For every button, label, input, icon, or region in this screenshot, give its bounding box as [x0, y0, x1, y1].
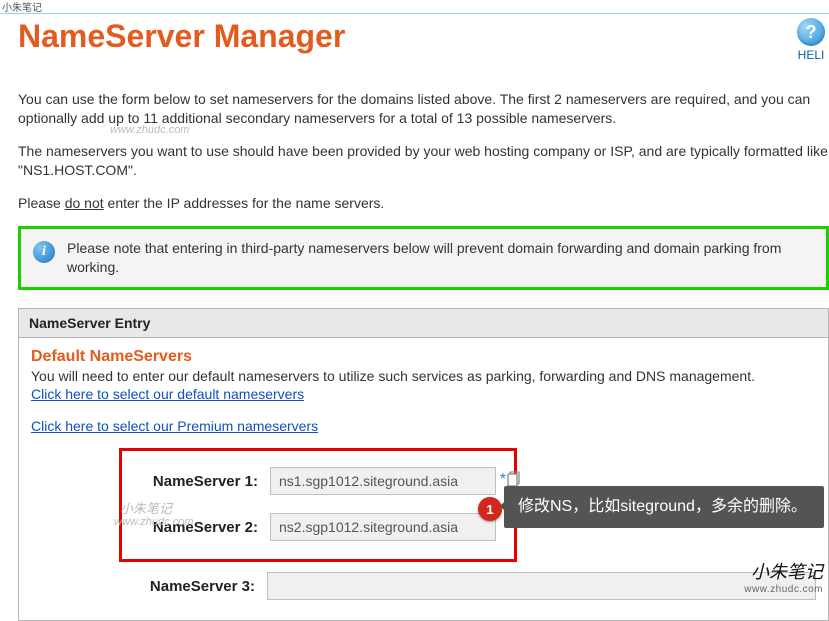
window-topbar: 小朱笔记 — [0, 0, 829, 14]
ns2-input[interactable] — [270, 513, 496, 541]
nameserver-entry-panel: NameServer Entry Default NameServers You… — [18, 308, 829, 621]
ns3-input[interactable] — [267, 572, 816, 600]
help-block[interactable]: ? HELI — [797, 18, 829, 62]
link-default-nameservers[interactable]: Click here to select our default nameser… — [31, 386, 304, 402]
ns2-label: NameServer 2: — [140, 519, 270, 536]
ns-form-highlight: NameServer 1: * NameServer 2: — [119, 448, 517, 562]
panel-body: Default NameServers You will need to ent… — [19, 338, 828, 620]
intro-p3: Please do not enter the IP addresses for… — [18, 194, 829, 213]
ns1-input[interactable] — [270, 467, 496, 495]
panel-head: NameServer Entry — [19, 309, 828, 338]
annotation-callout: 修改NS，比如siteground，多余的删除。 — [504, 486, 824, 528]
footer-watermark: 小朱笔记 www.zhudc.com — [744, 558, 823, 595]
help-icon[interactable]: ? — [797, 18, 825, 46]
info-icon: i — [33, 241, 55, 263]
intro-text: You can use the form below to set namese… — [18, 90, 829, 212]
footer-cn: 小朱笔记 — [744, 558, 823, 584]
link-premium-nameservers[interactable]: Click here to select our Premium nameser… — [31, 418, 318, 434]
do-not-underline: do not — [65, 195, 104, 211]
ns-row-1: NameServer 1: * — [140, 467, 496, 495]
footer-url: www.zhudc.com — [744, 584, 823, 595]
ns3-label: NameServer 3: — [137, 578, 267, 595]
default-ns-text: You will need to enter our default names… — [31, 368, 816, 384]
window-title-small: 小朱笔记 — [2, 0, 42, 14]
page-title: NameServer Manager — [18, 18, 345, 55]
info-box: i Please note that entering in third-par… — [18, 226, 829, 290]
info-text: Please note that entering in third-party… — [67, 239, 812, 277]
default-ns-heading: Default NameServers — [31, 348, 816, 366]
annotation-badge-1: 1 — [478, 497, 502, 521]
intro-p1: You can use the form below to set namese… — [18, 90, 829, 128]
help-label: HELI — [797, 48, 825, 62]
ns1-label: NameServer 1: — [140, 473, 270, 490]
intro-p2: The nameservers you want to use should h… — [18, 142, 829, 180]
ns-row-3: NameServer 3: — [137, 572, 816, 600]
ns-row-2: NameServer 2: — [140, 513, 496, 541]
